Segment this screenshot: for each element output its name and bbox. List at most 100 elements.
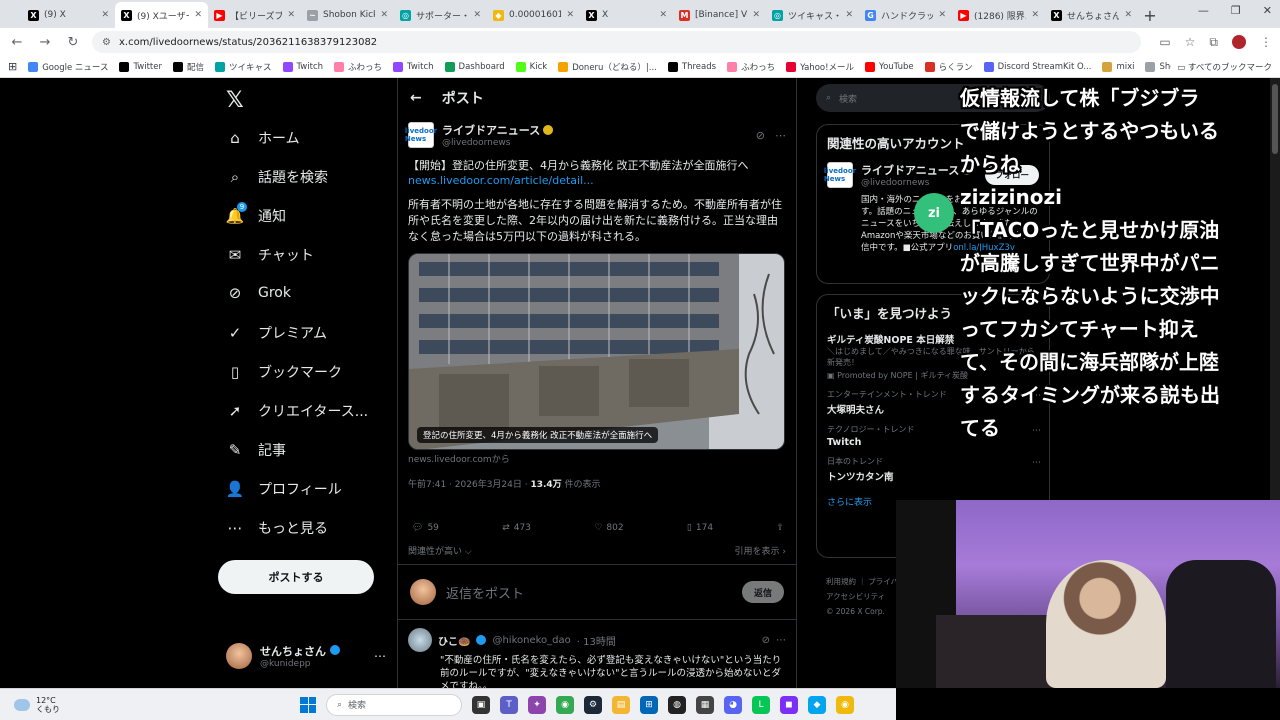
browser-tab[interactable]: M [Binance] Ve... ✕ (673, 2, 766, 28)
weather-widget[interactable]: 12°C くもり (0, 696, 300, 714)
browser-tab[interactable]: ◆ 0.00001601 ✕ (487, 2, 580, 28)
tweet-media-image[interactable]: 登記の住所変更、4月から義務化 改正不動産法が全面施行へ (408, 253, 785, 450)
teams-icon[interactable]: T (500, 695, 518, 714)
tab-close-icon[interactable]: ✕ (659, 10, 667, 20)
app4-icon[interactable]: ◉ (836, 695, 854, 714)
bookmark-item[interactable]: らくラン (924, 61, 973, 73)
app-icon[interactable]: ▦ (696, 695, 714, 714)
bookmark-item[interactable]: Kick (515, 61, 547, 73)
bookmark-item[interactable]: Google ニュース (28, 61, 108, 73)
bookmark-item[interactable]: ふわっち (727, 61, 775, 73)
tab-close-icon[interactable]: ✕ (194, 10, 202, 20)
share-action[interactable]: ⇪ (776, 523, 784, 533)
reply-handle[interactable]: @hikoneko_dao (492, 635, 570, 646)
bookmark-item[interactable]: Twitch (282, 61, 323, 73)
tweet-link[interactable]: news.livedoor.com/article/detail... (408, 174, 786, 187)
more-options-icon[interactable]: ⋯ (775, 129, 786, 142)
steam-icon[interactable]: ⚙ (584, 695, 602, 714)
tab-close-icon[interactable]: ✕ (938, 10, 946, 20)
back-arrow-icon[interactable]: ← (410, 90, 422, 106)
file-explorer-icon[interactable]: ▤ (612, 695, 630, 714)
maximize-icon[interactable]: ❐ (1231, 4, 1241, 17)
nav-item-notifications[interactable]: 🔔 9 通知 (226, 202, 286, 226)
nav-item-grok[interactable]: ⊘ Grok (226, 284, 291, 302)
tab-close-icon[interactable]: ✕ (1124, 10, 1132, 20)
tab-close-icon[interactable]: ✕ (101, 10, 109, 20)
tweet-author[interactable]: ライブドアニュース (442, 122, 554, 138)
repost-action[interactable]: ⇄ 473 (502, 523, 531, 533)
browser-tab[interactable]: ▶ (1286) 限界... ✕ (952, 2, 1045, 28)
bookmark-item[interactable]: ツイキャス (215, 61, 272, 73)
store-icon[interactable]: ⊞ (640, 695, 658, 714)
more-icon[interactable]: ⋯ (374, 649, 386, 663)
trend-item[interactable]: 日本のトレンド トンツカタン南 ⋯ (817, 452, 1049, 487)
bookmark-item[interactable]: mixi (1102, 61, 1134, 73)
browser-tab[interactable]: ◎ サポーター・せ... ✕ (394, 2, 487, 28)
grok-icon[interactable]: ⊘ (756, 129, 765, 142)
view-quotes-link[interactable]: 引用を表示 › (735, 544, 786, 557)
trend-more-icon[interactable]: ⋯ (1032, 458, 1041, 468)
bookmark-item[interactable]: Yahoo!メール (786, 61, 854, 73)
bookmark-item[interactable]: YouTube (865, 61, 914, 73)
browser-tab[interactable]: X (9) X ✕ (22, 2, 115, 28)
tab-close-icon[interactable]: ✕ (566, 10, 574, 20)
chrome-icon[interactable]: ◉ (556, 695, 574, 714)
reply-grok-icon[interactable]: ⊘ (762, 635, 770, 646)
extensions-icon[interactable]: ⧉ (1209, 35, 1218, 50)
reply-submit-button[interactable]: 返信 (742, 581, 784, 603)
bookmark-item[interactable]: Discord StreamKit O... (983, 61, 1091, 73)
post-button[interactable]: ポストする (218, 560, 374, 594)
tweet-handle[interactable]: @livedoornews (442, 138, 553, 148)
reload-icon[interactable]: ↻ (64, 35, 82, 50)
reply-tweet[interactable]: ひこ🍩 @hikoneko_dao · 13時間 ⊘ ⋯ "不動産の住所・氏名を… (408, 628, 786, 688)
reply-more-icon[interactable]: ⋯ (776, 635, 786, 646)
browser-tab[interactable]: ~ Shobon Kick ✕ (301, 2, 394, 28)
discord-icon[interactable]: ◕ (724, 695, 742, 714)
reply-input[interactable]: 返信をポスト (446, 583, 732, 602)
obs-icon[interactable]: ◍ (668, 695, 686, 714)
tweet-time[interactable]: 午前7:41 · 2026年3月24日 · (408, 480, 530, 490)
tab-close-icon[interactable]: ✕ (287, 10, 295, 20)
apps-grid-icon[interactable]: ⊞ (8, 60, 17, 73)
tab-close-icon[interactable]: ✕ (845, 10, 853, 20)
task-view-icon[interactable]: ▣ (472, 695, 490, 714)
x-logo-icon[interactable]: 𝕏 (226, 88, 244, 113)
browser-tab[interactable]: G ハンドクラップ ✕ (859, 2, 952, 28)
related-name[interactable]: ライブドアニュース (861, 162, 973, 178)
tab-close-icon[interactable]: ✕ (473, 10, 481, 20)
tab-close-icon[interactable]: ✕ (1031, 10, 1039, 20)
bookmark-item[interactable]: Threads (667, 61, 716, 73)
site-info-icon[interactable]: ⚙ (102, 37, 111, 48)
reply-author[interactable]: ひこ🍩 (438, 633, 470, 648)
app3-icon[interactable]: ◆ (808, 695, 826, 714)
back-icon[interactable]: ← (8, 35, 26, 50)
livedoor-avatar[interactable]: livedoor News (405, 122, 437, 148)
taskbar-search[interactable]: ⌕ 検索 (326, 693, 462, 716)
reply-action[interactable]: 💬︎ 59 (412, 523, 439, 533)
nav-item-profile[interactable]: 👤 プロフィール (226, 479, 342, 499)
bookmark-star-icon[interactable]: ☆ (1185, 35, 1196, 49)
profile-avatar[interactable] (1232, 35, 1246, 49)
nav-item-articles[interactable]: ✎ 記事 (226, 440, 286, 460)
browser-tab[interactable]: ▶ 【ビリーズブートキ... ✕ (208, 2, 301, 28)
like-action[interactable]: ♡ 802 (594, 523, 623, 533)
nav-item-more[interactable]: ⋯ もっと見る (226, 518, 329, 538)
bookmark-item[interactable]: Twitch (393, 61, 434, 73)
bookmark-item[interactable]: Doneru（どねる）|... (558, 61, 657, 73)
tab-close-icon[interactable]: ✕ (380, 10, 388, 20)
start-button[interactable] (300, 696, 316, 713)
bookmark-item[interactable]: ふわっち (334, 61, 382, 73)
line-icon[interactable]: L (752, 695, 770, 714)
tab-close-icon[interactable]: ✕ (752, 10, 760, 20)
related-avatar[interactable]: livedoor News (824, 162, 856, 188)
new-tab-button[interactable]: + (1138, 2, 1162, 28)
nav-item-bookmarks[interactable]: ▯ ブックマーク (226, 362, 342, 382)
account-switcher[interactable]: せんちょさん @kunidepp ⋯ (226, 643, 386, 669)
minimize-icon[interactable]: — (1198, 4, 1209, 17)
browser-tab[interactable]: X (9) Xユーザーの... ✕ (115, 2, 208, 28)
all-bookmarks-button[interactable]: ▭ すべてのブックマーク (1171, 61, 1272, 73)
nav-item-home[interactable]: ⌂ ホーム (226, 128, 299, 148)
cast-icon[interactable]: ▭ (1159, 35, 1170, 49)
browser-tab[interactable]: X せんちょさん ✕ (1045, 2, 1138, 28)
relevance-sort[interactable]: 関連性が高い ⌵ (408, 544, 472, 557)
